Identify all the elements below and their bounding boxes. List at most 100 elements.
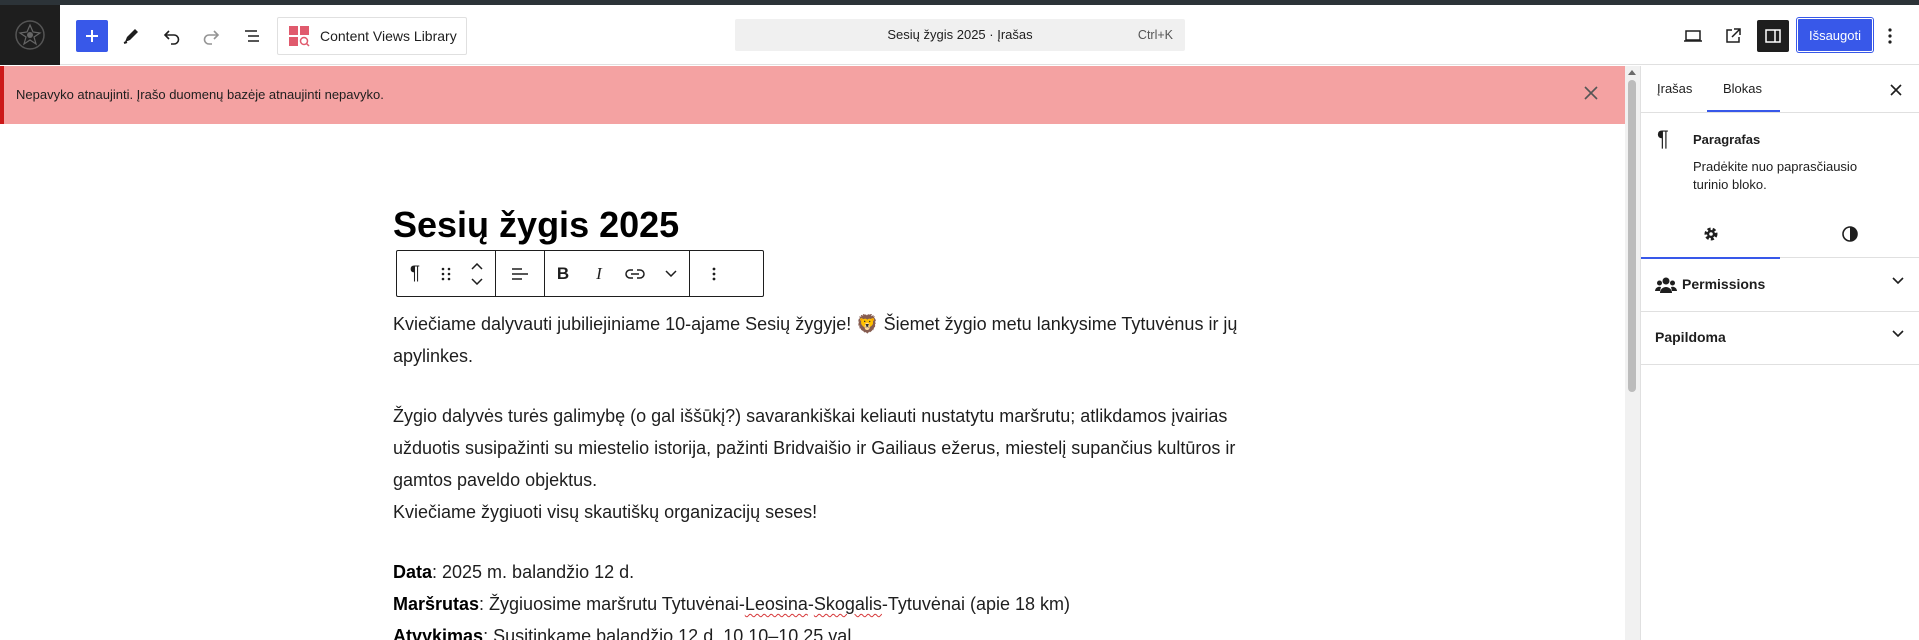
error-notice: Nepavyko atnaujinti. Įrašo duomenų bazėj…	[0, 66, 1625, 124]
close-icon	[1890, 84, 1902, 96]
paragraph-icon: ¶	[409, 262, 421, 284]
paragraph-line[interactable]: Žygio dalyvės turės galimybę (o gal iššū…	[393, 400, 1227, 432]
users-icon	[1655, 277, 1677, 293]
options-button[interactable]	[1878, 20, 1902, 52]
chevron-down-icon	[665, 270, 677, 277]
error-notice-message: Nepavyko atnaujinti. Įrašo duomenų bazėj…	[16, 87, 384, 102]
site-logo[interactable]	[0, 5, 60, 65]
document-overview-button[interactable]	[236, 20, 268, 52]
arrival-label: Atvykimas	[393, 626, 484, 640]
save-button[interactable]: Išsaugoti	[1797, 18, 1873, 52]
pencil-icon	[123, 29, 138, 44]
canvas-scrollbar[interactable]	[1625, 66, 1640, 640]
spelling-error: Skogalis	[813, 594, 882, 614]
post-title[interactable]: Sesių žygis 2025	[393, 204, 679, 246]
additional-panel[interactable]: Papildoma	[1641, 312, 1919, 365]
block-inspector-tabs	[1641, 210, 1919, 259]
paragraph-icon: ¶	[1657, 126, 1669, 151]
paragraph-line[interactable]: Kviečiame žygiuoti visų skautiškų organi…	[393, 496, 817, 528]
sidebar-tabs: Įrašas Blokas	[1641, 66, 1919, 113]
settings-toggle-button[interactable]	[1757, 20, 1789, 52]
spelling-error: Leosina	[744, 594, 808, 614]
external-link-icon	[1726, 28, 1741, 43]
paragraph-line[interactable]: apylinkes.	[393, 340, 473, 372]
italic-icon: I	[596, 263, 602, 283]
link-button[interactable]	[617, 251, 653, 296]
add-block-button[interactable]	[76, 20, 108, 52]
block-options-button[interactable]	[690, 251, 738, 296]
desktop-icon	[1684, 30, 1702, 42]
shortcut-hint: Ctrl+K	[1137, 28, 1173, 42]
chevron-down-icon[interactable]	[471, 277, 483, 285]
block-card-description: Pradėkite nuo paprasčiausio turinio blok…	[1693, 159, 1858, 192]
scrollbar-thumb[interactable]	[1628, 80, 1636, 392]
tab-styles[interactable]	[1780, 210, 1919, 258]
block-toolbar-group-format: B I	[545, 251, 690, 296]
drag-handle[interactable]	[433, 251, 459, 296]
chevron-down-icon	[1892, 277, 1904, 285]
active-tab-indicator	[1707, 110, 1780, 112]
document-title: Sesių žygis 2025 · Įrašas	[887, 27, 1033, 42]
permissions-panel-title: Permissions	[1682, 276, 1766, 292]
align-left-icon	[512, 267, 528, 280]
route-line[interactable]: Maršrutas: Žygiuosime maršrutu Tytuvėnai…	[393, 588, 1070, 620]
chevron-up-icon[interactable]	[471, 262, 483, 270]
command-palette-bar[interactable]: Sesių žygis 2025 · Įrašas Ctrl+K	[735, 19, 1185, 51]
settings-sidebar: Įrašas Blokas ¶ Paragrafas Pradėkite nuo…	[1640, 66, 1919, 640]
view-post-button[interactable]	[1717, 20, 1749, 52]
content-views-library-button[interactable]: Content Views Library	[277, 17, 467, 55]
tools-button[interactable]	[115, 20, 147, 52]
undo-button[interactable]	[156, 20, 188, 52]
sidebar-icon	[1765, 29, 1781, 43]
more-vertical-icon	[1888, 28, 1892, 44]
editor-header: Content Views Library Sesių žygis 2025 ·…	[0, 5, 1919, 65]
close-sidebar-button[interactable]	[1884, 78, 1908, 102]
arrival-value: : Susitinkame balandžio 12 d. 10.10–10.2…	[483, 626, 857, 640]
close-icon	[1584, 86, 1598, 100]
link-icon	[625, 268, 645, 279]
permissions-panel[interactable]: Permissions	[1641, 259, 1919, 312]
align-button[interactable]	[496, 251, 544, 296]
redo-icon	[203, 30, 220, 45]
plus-icon	[86, 30, 98, 42]
italic-button[interactable]: I	[581, 251, 617, 296]
block-toolbar-group-align	[496, 251, 545, 296]
date-label: Data	[393, 562, 433, 582]
drag-icon	[441, 267, 451, 280]
transform-block-button[interactable]: ¶	[397, 251, 433, 296]
tab-block[interactable]: Blokas	[1723, 81, 1762, 96]
content-views-library-label: Content Views Library	[320, 28, 457, 44]
additional-panel-title: Papildoma	[1655, 329, 1726, 345]
block-toolbar-group-options	[690, 251, 738, 296]
chevron-down-icon	[1892, 330, 1904, 338]
bold-icon: B	[556, 263, 570, 283]
gear-icon	[1704, 227, 1717, 241]
paragraph-line[interactable]: gamtos paveldo objektus.	[393, 464, 597, 496]
scout-emblem-icon	[15, 20, 45, 50]
undo-icon	[163, 30, 180, 45]
paragraph-line[interactable]: užduotis susipažinti su miestelio istori…	[393, 432, 1235, 464]
date-line[interactable]: Data: 2025 m. balandžio 12 d.	[393, 556, 634, 588]
block-toolbar: ¶ B I	[396, 250, 764, 297]
list-view-icon	[245, 30, 259, 42]
block-toolbar-group-transform: ¶	[397, 251, 496, 296]
arrival-line[interactable]: Atvykimas: Susitinkame balandžio 12 d. 1…	[393, 620, 856, 640]
tab-settings[interactable]	[1641, 210, 1780, 259]
more-vertical-icon	[712, 267, 716, 280]
paragraph-line[interactable]: Kviečiame dalyvauti jubiliejiniame 10-aj…	[393, 308, 1237, 340]
scroll-up-arrow[interactable]	[1628, 70, 1636, 75]
move-block-buttons[interactable]	[459, 251, 495, 296]
route-value: -Tytuvėnai (apie 18 km)	[881, 594, 1070, 614]
bold-button[interactable]: B	[545, 251, 581, 296]
more-formats-button[interactable]	[653, 251, 689, 296]
route-value: : Žygiuosime maršrutu Tytuvėnai-	[479, 594, 745, 614]
tab-post[interactable]: Įrašas	[1657, 81, 1692, 96]
redo-button[interactable]	[195, 20, 227, 52]
route-label: Maršrutas	[393, 594, 480, 614]
date-value: : 2025 m. balandžio 12 d.	[432, 562, 635, 582]
content-views-icon	[289, 26, 310, 47]
preview-button[interactable]	[1677, 20, 1709, 52]
block-card-title: Paragrafas	[1693, 132, 1761, 147]
editor-canvas: Nepavyko atnaujinti. Įrašo duomenų bazėj…	[0, 66, 1625, 640]
dismiss-notice-button[interactable]	[1579, 81, 1603, 105]
